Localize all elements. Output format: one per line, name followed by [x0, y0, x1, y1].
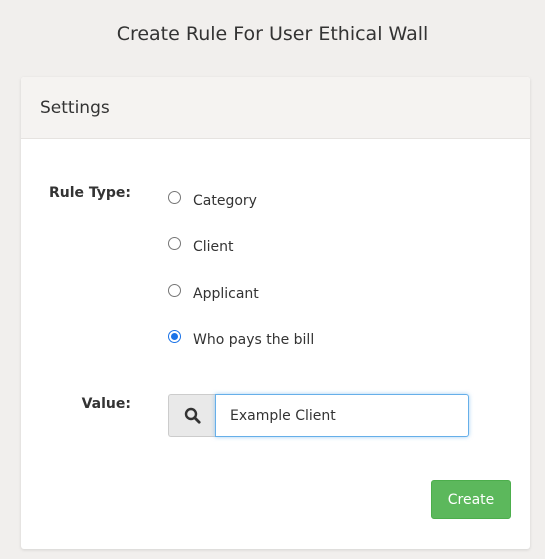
- radio-label-client: Client: [193, 239, 234, 255]
- settings-panel: Settings Rule Type: Category Client Appl…: [21, 77, 530, 549]
- radio-option-client[interactable]: Client: [168, 235, 234, 255]
- radio-option-who-pays-the-bill[interactable]: Who pays the bill: [168, 328, 314, 348]
- search-addon: [168, 394, 215, 437]
- radio-button-applicant[interactable]: [168, 283, 181, 297]
- radio-label-category: Category: [193, 193, 257, 209]
- radio-label-applicant: Applicant: [193, 286, 259, 302]
- search-icon: [184, 407, 201, 424]
- radio-option-applicant[interactable]: Applicant: [168, 282, 259, 302]
- create-button[interactable]: Create: [431, 480, 511, 519]
- value-label: Value:: [81, 396, 131, 412]
- value-input[interactable]: [215, 394, 469, 437]
- radio-option-category[interactable]: Category: [168, 189, 257, 209]
- radio-button-category[interactable]: [168, 190, 181, 204]
- radio-button-client[interactable]: [168, 236, 181, 250]
- radio-button-who-pays-the-bill[interactable]: [168, 329, 181, 343]
- value-input-group: [168, 394, 469, 437]
- panel-header-title: Settings: [40, 97, 110, 118]
- panel-header: Settings: [21, 77, 530, 139]
- radio-label-who-pays-the-bill: Who pays the bill: [193, 332, 315, 348]
- rule-type-label: Rule Type:: [48, 185, 131, 201]
- page-title: Create Rule For User Ethical Wall: [116, 23, 429, 45]
